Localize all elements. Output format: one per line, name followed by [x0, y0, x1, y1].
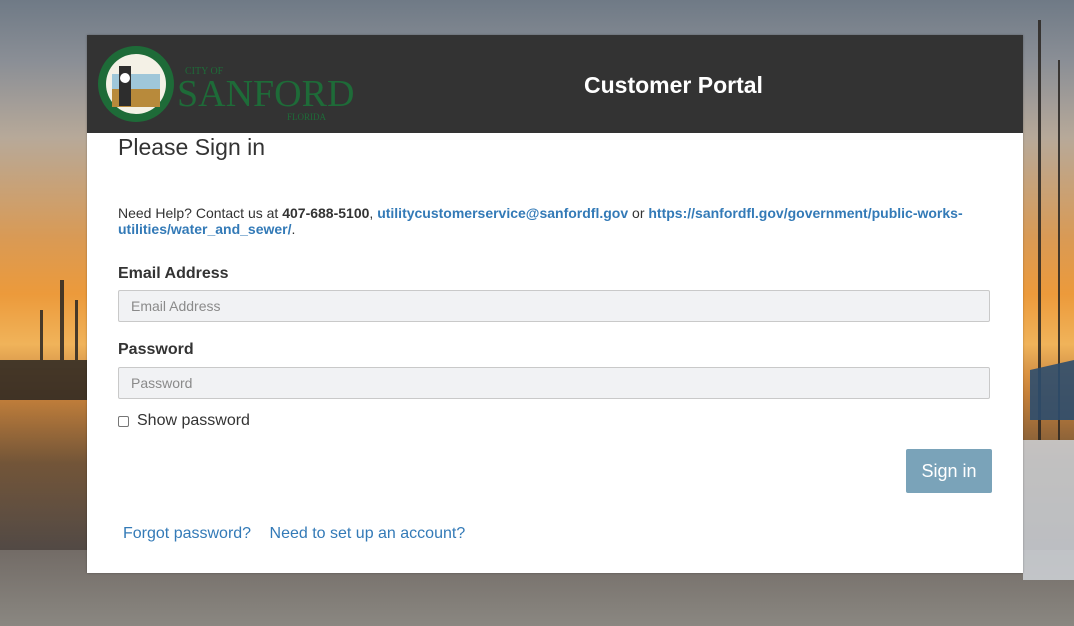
sign-in-button[interactable]: Sign in	[906, 449, 992, 493]
city-of-sanford-logo: CITY OF SANFORD FLORIDA	[98, 46, 354, 122]
login-card: CITY OF SANFORD FLORIDA Customer Portal …	[87, 35, 1023, 573]
portal-header: CITY OF SANFORD FLORIDA Customer Portal	[87, 35, 1023, 133]
logo-sanford: SANFORD	[177, 73, 354, 115]
show-password-checkbox[interactable]	[118, 415, 129, 427]
help-phone: 407-688-5100	[282, 205, 370, 221]
page-title: Please Sign in	[118, 134, 266, 160]
header-title: Customer Portal	[584, 72, 763, 98]
password-field[interactable]	[118, 367, 990, 399]
setup-account-link[interactable]: Need to set up an account?	[270, 525, 466, 542]
logo-florida: FLORIDA	[287, 112, 327, 122]
help-email-link[interactable]: utilitycustomerservice@sanfordfl.gov	[377, 205, 628, 221]
help-text: Need Help? Contact us at 407-688-5100, u…	[118, 205, 963, 237]
email-field[interactable]	[118, 290, 990, 322]
show-password-label: Show password	[137, 412, 250, 429]
email-label: Email Address	[118, 265, 229, 282]
account-links: Forgot password? Need to set up an accou…	[123, 525, 479, 543]
show-password-row[interactable]: Show password	[118, 412, 250, 430]
password-label: Password	[118, 341, 194, 358]
forgot-password-link[interactable]: Forgot password?	[123, 525, 251, 542]
